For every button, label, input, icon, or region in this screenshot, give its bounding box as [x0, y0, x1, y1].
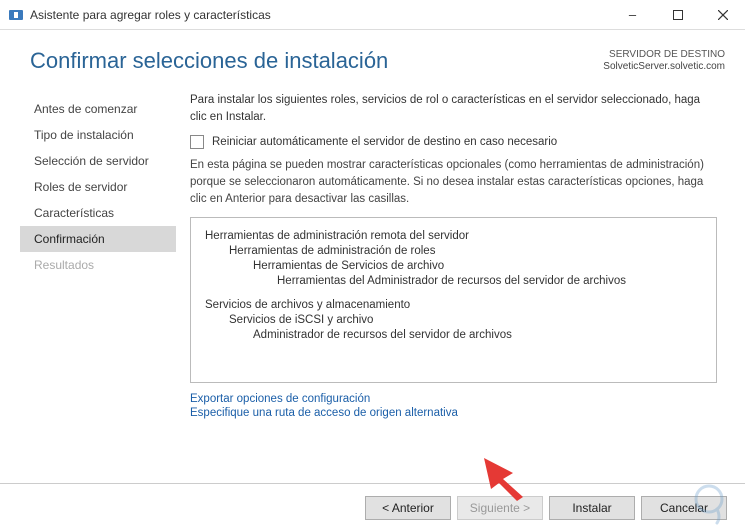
tree-item: Herramientas de administración de roles — [229, 245, 702, 257]
content: Para instalar los siguientes roles, serv… — [180, 82, 745, 478]
minimize-button[interactable]: – — [610, 0, 655, 30]
destination-label: SERVIDOR DE DESTINO — [603, 48, 725, 61]
destination-info: SERVIDOR DE DESTINO SolveticServer.solve… — [603, 48, 725, 72]
sidebar-item-confirmation[interactable]: Confirmación — [20, 226, 176, 252]
alternate-source-link[interactable]: Especifique una ruta de acceso de origen… — [190, 407, 717, 419]
tree-item: Servicios de iSCSI y archivo — [229, 314, 702, 326]
export-config-link[interactable]: Exportar opciones de configuración — [190, 393, 717, 405]
app-icon — [8, 7, 24, 23]
install-button[interactable]: Instalar — [549, 496, 635, 520]
tree-item: Herramientas del Administrador de recurs… — [277, 275, 702, 287]
intro-text: Para instalar los siguientes roles, serv… — [190, 92, 717, 125]
tree-item: Administrador de recursos del servidor d… — [253, 329, 702, 341]
body: Antes de comenzar Tipo de instalación Se… — [0, 82, 745, 478]
header: Confirmar selecciones de instalación SER… — [0, 30, 745, 82]
tree-item: Herramientas de Servicios de archivo — [253, 260, 702, 272]
sidebar-item-before-begin[interactable]: Antes de comenzar — [30, 96, 180, 122]
page-title: Confirmar selecciones de instalación — [30, 48, 388, 74]
window-controls: – — [610, 0, 745, 30]
tree-item: Herramientas de administración remota de… — [205, 230, 702, 242]
sidebar-item-server-roles[interactable]: Roles de servidor — [30, 174, 180, 200]
restart-row: Reiniciar automáticamente el servidor de… — [190, 135, 717, 149]
sidebar-item-results: Resultados — [30, 252, 180, 278]
next-button: Siguiente > — [457, 496, 543, 520]
feature-list[interactable]: Herramientas de administración remota de… — [190, 217, 717, 383]
destination-server: SolveticServer.solvetic.com — [603, 61, 725, 72]
sidebar-item-install-type[interactable]: Tipo de instalación — [30, 122, 180, 148]
sidebar-item-server-selection[interactable]: Selección de servidor — [30, 148, 180, 174]
tree-item: Servicios de archivos y almacenamiento — [205, 299, 702, 311]
footer: < Anterior Siguiente > Instalar Cancelar — [0, 483, 745, 531]
restart-label: Reiniciar automáticamente el servidor de… — [212, 136, 557, 148]
optional-features-note: En esta página se pueden mostrar caracte… — [190, 157, 717, 207]
cancel-button[interactable]: Cancelar — [641, 496, 727, 520]
maximize-button[interactable] — [655, 0, 700, 30]
window-title: Asistente para agregar roles y caracterí… — [30, 8, 610, 22]
links: Exportar opciones de configuración Espec… — [190, 393, 717, 419]
restart-checkbox[interactable] — [190, 135, 204, 149]
previous-button[interactable]: < Anterior — [365, 496, 451, 520]
sidebar-item-features[interactable]: Características — [30, 200, 180, 226]
close-button[interactable] — [700, 0, 745, 30]
titlebar: Asistente para agregar roles y caracterí… — [0, 0, 745, 30]
sidebar: Antes de comenzar Tipo de instalación Se… — [0, 82, 180, 478]
